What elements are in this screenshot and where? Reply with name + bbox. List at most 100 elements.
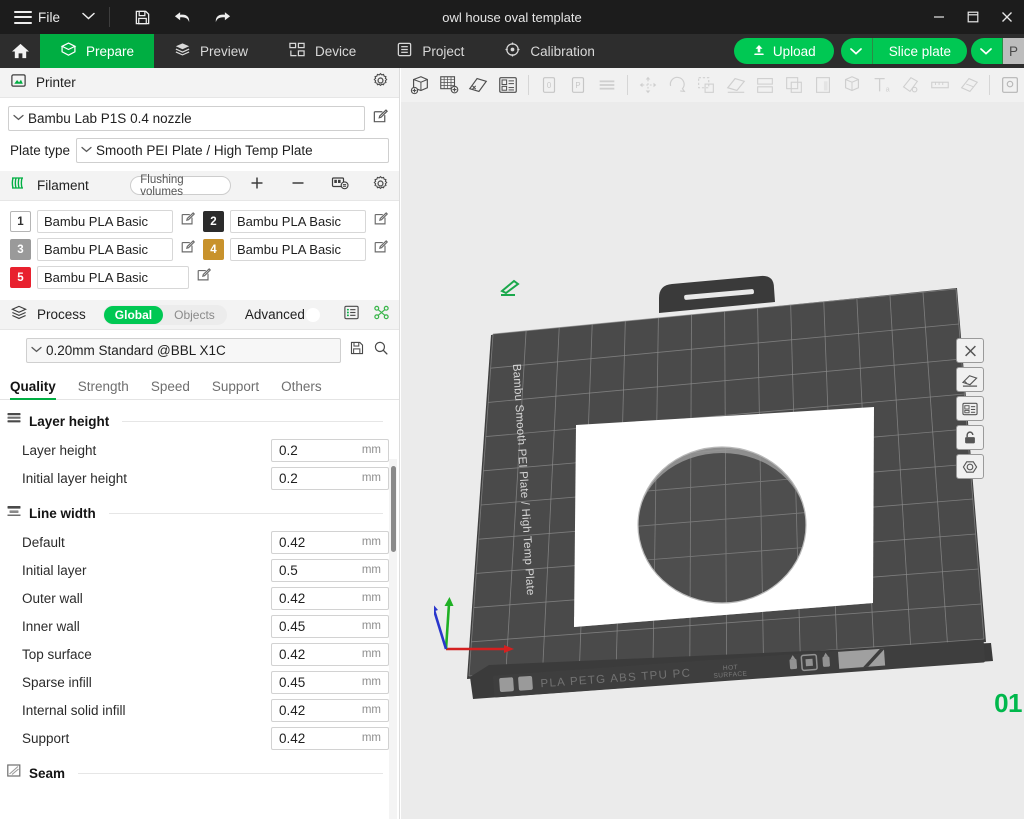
add-filament-plus-icon[interactable] <box>249 175 265 196</box>
tab-others[interactable]: Others <box>281 379 322 399</box>
filament-slot-3[interactable]: 3 Bambu PLA Basic <box>10 238 173 261</box>
scope-global-button[interactable]: Global <box>103 305 164 324</box>
flushing-volumes-button[interactable]: Flushing volumes <box>130 174 231 198</box>
svg-text:P: P <box>575 81 580 90</box>
printer-preset-combo[interactable]: Bambu Lab P1S 0.4 nozzle <box>8 106 365 131</box>
printer-edit-icon[interactable] <box>372 108 389 130</box>
layers-icon <box>6 411 22 431</box>
filament-name[interactable]: Bambu PLA Basic <box>37 210 173 233</box>
scope-objects-button[interactable]: Objects <box>163 306 226 324</box>
line-width-support-input[interactable]: 0.42 mm <box>271 726 389 750</box>
save-preset-icon[interactable] <box>349 340 365 361</box>
filament-slot-5[interactable]: 5 Bambu PLA Basic <box>10 266 189 289</box>
line-width-outer-wall-input[interactable]: 0.42 mm <box>271 586 389 610</box>
filament-color-swatch[interactable]: 5 <box>10 267 31 288</box>
layer-height-input[interactable]: 0.2 mm <box>271 438 389 462</box>
filament-edit-icon[interactable] <box>196 267 212 288</box>
top-navigation-bar: Prepare Preview Device Project Calibrati… <box>0 34 1024 68</box>
maximize-icon[interactable] <box>956 0 990 34</box>
slice-plate-button[interactable]: Slice plate <box>872 38 967 64</box>
upload-button[interactable]: Upload <box>733 38 834 64</box>
parameter-list-icon[interactable] <box>343 304 360 326</box>
printer-preset-row: Bambu Lab P1S 0.4 nozzle <box>0 98 399 131</box>
arrange-plate-icon[interactable] <box>956 367 984 392</box>
initial-layer-height-input[interactable]: 0.2 mm <box>271 466 389 490</box>
filament-slot-2[interactable]: 2 Bambu PLA Basic <box>203 210 366 233</box>
line-width-inner-wall-input[interactable]: 0.45 mm <box>271 614 389 638</box>
close-icon[interactable] <box>990 0 1024 34</box>
print-plate-label: P <box>1008 43 1018 59</box>
filament-color-swatch[interactable]: 4 <box>203 239 224 260</box>
tab-project-label: Project <box>422 43 465 59</box>
filament-name[interactable]: Bambu PLA Basic <box>230 210 366 233</box>
filament-map-icon[interactable] <box>956 454 984 479</box>
filament-edit-icon[interactable] <box>180 211 196 232</box>
window-controls <box>922 0 1024 34</box>
filament-name[interactable]: Bambu PLA Basic <box>37 266 189 289</box>
filament-edit-icon[interactable] <box>180 239 196 260</box>
auto-arrange-icon[interactable] <box>493 71 521 99</box>
add-object-icon[interactable] <box>406 71 434 99</box>
ams-sync-icon[interactable] <box>331 175 349 196</box>
chevron-down-icon[interactable] <box>82 12 95 23</box>
undo-icon[interactable] <box>169 4 195 30</box>
filament-edit-icon[interactable] <box>373 239 389 260</box>
tab-prepare[interactable]: Prepare <box>40 34 155 68</box>
save-icon[interactable] <box>129 4 155 30</box>
file-menu-label[interactable]: File <box>38 10 60 25</box>
line-width-initial-layer-input[interactable]: 0.5 mm <box>271 558 389 582</box>
process-preset-row: 0.20mm Standard @BBL X1C <box>0 330 399 363</box>
tab-device[interactable]: Device <box>268 34 376 68</box>
process-preset-combo[interactable]: 0.20mm Standard @BBL X1C <box>26 338 341 363</box>
tab-strength[interactable]: Strength <box>78 379 129 399</box>
param-value: 0.45 <box>279 674 306 690</box>
filament-slot-1[interactable]: 1 Bambu PLA Basic <box>10 210 173 233</box>
3d-viewport[interactable]: 0 P a Bambu Smooth PEI Plate / High Temp… <box>401 68 1024 819</box>
filament-name[interactable]: Bambu PLA Basic <box>230 238 366 261</box>
add-plate-icon[interactable] <box>435 71 463 99</box>
filament-name[interactable]: Bambu PLA Basic <box>37 238 173 261</box>
project-icon <box>396 41 413 61</box>
plate-type-combo[interactable]: Smooth PEI Plate / High Temp Plate <box>76 138 389 163</box>
tab-project[interactable]: Project <box>376 34 484 68</box>
delete-object-icon[interactable] <box>464 71 492 99</box>
redo-icon[interactable] <box>209 4 235 30</box>
slice-dropdown-chevron-down-icon[interactable] <box>840 38 873 64</box>
chevron-down-icon <box>13 114 24 123</box>
filament-settings-gear-icon[interactable] <box>372 175 389 197</box>
minimize-icon[interactable] <box>922 0 956 34</box>
compare-presets-icon[interactable] <box>373 304 390 326</box>
line-width-default-input[interactable]: 0.42 mm <box>271 530 389 554</box>
printer-settings-gear-icon[interactable] <box>372 72 389 94</box>
color-paint-icon <box>838 71 866 99</box>
tab-preview[interactable]: Preview <box>154 34 268 68</box>
remove-filament-minus-icon[interactable] <box>290 175 306 196</box>
filament-edit-icon[interactable] <box>373 211 389 232</box>
plate-settings-icon[interactable] <box>956 396 984 421</box>
tab-preview-label: Preview <box>200 43 249 59</box>
tab-calibration[interactable]: Calibration <box>484 34 615 68</box>
lock-plate-icon[interactable] <box>956 425 984 450</box>
line-width-top-surface-input[interactable]: 0.42 mm <box>271 642 389 666</box>
line-width-internal-solid-infill-input[interactable]: 0.42 mm <box>271 698 389 722</box>
filament-slot-4[interactable]: 4 Bambu PLA Basic <box>203 238 366 261</box>
print-plate-button[interactable]: P <box>1002 38 1024 64</box>
line-width-sparse-infill-input[interactable]: 0.45 mm <box>271 670 389 694</box>
tab-speed[interactable]: Speed <box>151 379 190 399</box>
print-dropdown-chevron-down-icon[interactable] <box>970 38 1003 64</box>
delete-plate-icon[interactable] <box>956 338 984 363</box>
filament-color-swatch[interactable]: 1 <box>10 211 31 232</box>
filament-color-swatch[interactable]: 3 <box>10 239 31 260</box>
home-icon[interactable] <box>0 34 40 68</box>
param-value: 0.45 <box>279 618 306 634</box>
tab-support[interactable]: Support <box>212 379 259 399</box>
advanced-label: Advanced <box>244 307 305 322</box>
build-plate-scene[interactable]: Bambu Smooth PEI Plate / High Temp Plate <box>401 102 1024 819</box>
filament-color-swatch[interactable]: 2 <box>203 211 224 232</box>
search-icon[interactable] <box>373 340 389 361</box>
settings-scrollbar-thumb[interactable] <box>391 466 396 552</box>
linewidth-icon <box>6 503 22 523</box>
tab-quality[interactable]: Quality <box>10 379 56 400</box>
menu-hamburger-icon[interactable] <box>14 10 32 24</box>
upload-button-label: Upload <box>772 43 816 59</box>
